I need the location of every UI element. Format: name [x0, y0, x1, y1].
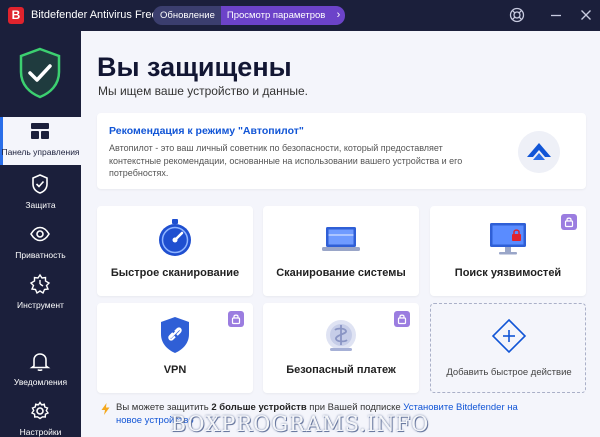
sidebar-item-label: Панель управления: [1, 147, 80, 157]
add-quick-action-tile[interactable]: Добавить быстрое действие: [430, 303, 586, 393]
system-scan-tile[interactable]: Сканирование системы: [263, 206, 419, 296]
safepay-tile[interactable]: Безопасный платеж: [263, 303, 419, 393]
lock-icon: [397, 314, 407, 325]
update-label: Обновление: [160, 10, 215, 21]
view-params-label: Просмотр параметров: [226, 10, 326, 21]
chevron-right-icon: ›: [336, 9, 341, 21]
recommendation-text: Автопилот - это ваш личный советник по б…: [109, 143, 463, 178]
update-pill[interactable]: Обновление Просмотр параметров ›: [153, 6, 346, 25]
premium-lock-badge: [561, 214, 577, 230]
tile-label: Поиск уязвимостей: [454, 267, 562, 279]
sidebar-item-tools[interactable]: Инструмент: [0, 270, 81, 318]
lock-icon: [564, 217, 574, 228]
safepay-icon: [326, 320, 356, 351]
app-title: Bitdefender Antivirus Free: [31, 9, 158, 21]
vpn-tile[interactable]: VPN: [97, 303, 253, 393]
close-icon[interactable]: [578, 7, 594, 23]
page-title: Вы защищены: [97, 52, 292, 82]
autopilot-icon: [518, 131, 560, 173]
sidebar-item-label: Защита: [25, 200, 56, 210]
sidebar: Панель управления Защита Приватность Инс…: [0, 31, 81, 437]
sidebar-item-privacy[interactable]: Приватность: [0, 220, 81, 268]
quick-scan-tile[interactable]: Быстрое сканирование: [97, 206, 253, 296]
tile-label: Безопасный платеж: [286, 364, 396, 376]
premium-lock-badge: [228, 311, 244, 327]
eye-icon: [30, 226, 50, 242]
dashboard-icon: [31, 123, 49, 139]
protected-shield-icon: [19, 47, 61, 99]
quick-scan-icon: [159, 219, 191, 256]
bitdefender-logo: B: [8, 7, 24, 24]
vpn-shield-icon: [161, 317, 189, 353]
view-params-button[interactable]: Просмотр параметров ›: [220, 6, 346, 25]
sidebar-item-label: Приватность: [15, 250, 66, 260]
minimize-icon[interactable]: [548, 7, 564, 23]
tools-icon: [29, 273, 51, 295]
tile-label: VPN: [163, 364, 187, 376]
page-subtitle: Мы ищем ваше устройство и данные.: [98, 84, 308, 98]
sidebar-item-label: Уведомления: [13, 377, 68, 387]
tile-label: Добавить быстрое действие: [446, 367, 572, 378]
bell-icon: [29, 353, 51, 372]
shield-icon: [32, 174, 48, 194]
recommendation-title: Рекомендация к режиму "Автопилот": [109, 125, 304, 137]
sidebar-item-notifications[interactable]: Уведомления: [0, 347, 81, 395]
title-bar: B Bitdefender Antivirus Free Обновление …: [0, 0, 600, 31]
vulnerability-monitor-icon: [490, 223, 526, 255]
sidebar-item-protection[interactable]: Защита: [0, 170, 81, 218]
sidebar-item-dashboard[interactable]: Панель управления: [0, 117, 81, 165]
vulnerability-scan-tile[interactable]: Поиск уязвимостей: [430, 206, 586, 296]
watermark: BOXPROGRAMS.INFO: [170, 412, 430, 436]
plus-diamond-icon: [491, 318, 527, 354]
premium-lock-badge: [394, 311, 410, 327]
laptop-scan-icon: [322, 227, 360, 251]
sidebar-item-label: Инструмент: [17, 300, 64, 310]
tile-label: Сканирование системы: [276, 267, 406, 279]
autopilot-recommendation-card[interactable]: Рекомендация к режиму "Автопилот" Автопи…: [97, 113, 586, 189]
tile-label: Быстрое сканирование: [110, 267, 240, 279]
lock-icon: [231, 314, 241, 325]
lifebuoy-help-icon[interactable]: [509, 7, 525, 23]
